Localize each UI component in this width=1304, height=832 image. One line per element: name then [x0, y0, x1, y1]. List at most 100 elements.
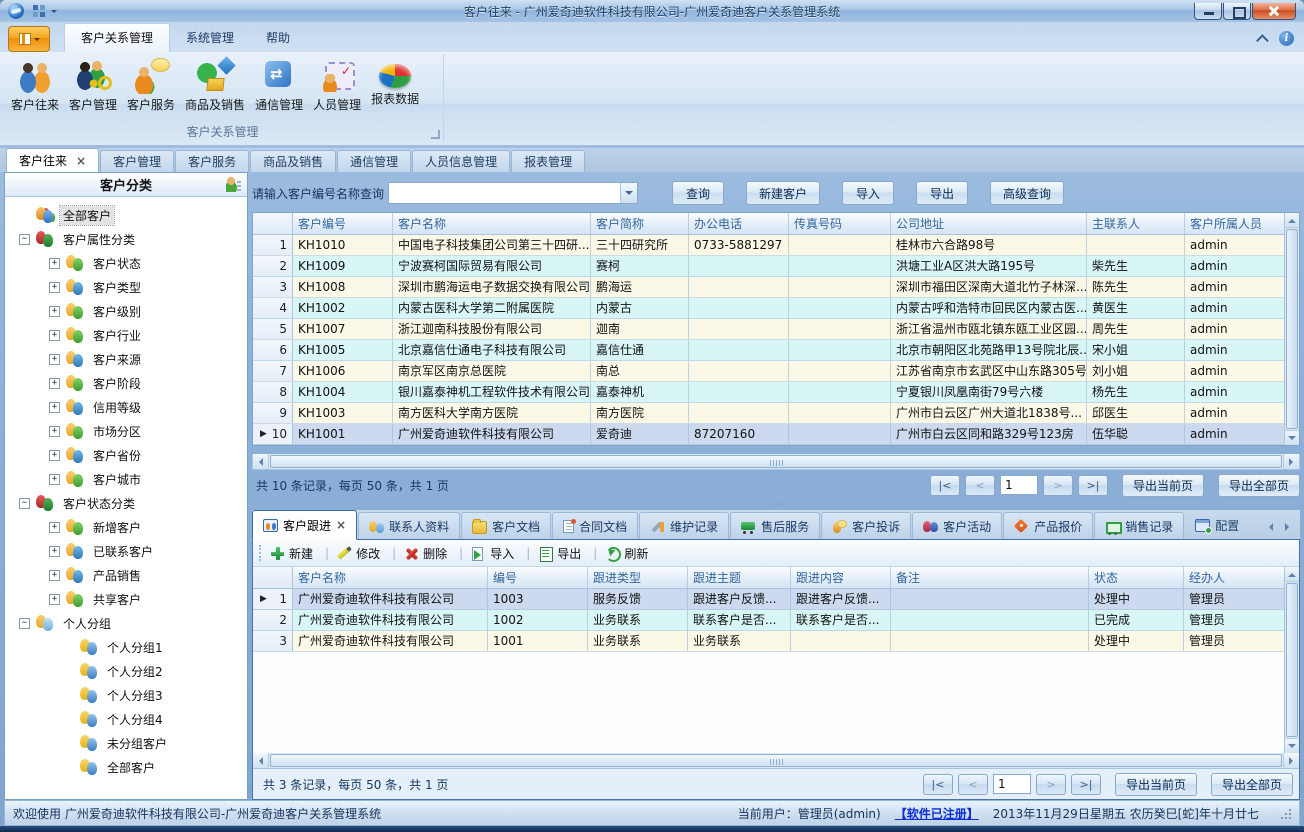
- tree-expander-icon[interactable]: [63, 690, 74, 701]
- customer-row[interactable]: 2 KH1009 宁波赛柯国际贸易有限公司 赛柯 洪塘工业A区洪大路195号 柴…: [253, 256, 1299, 277]
- tree-item[interactable]: 未分组客户: [5, 731, 247, 755]
- column-header[interactable]: 主联系人: [1087, 213, 1185, 234]
- scroll-up-icon[interactable]: [1285, 567, 1299, 582]
- tree-expander-icon[interactable]: −: [19, 234, 30, 245]
- toolbar-button[interactable]: 导出: [538, 545, 605, 562]
- resize-grip[interactable]: [1279, 807, 1291, 819]
- tree-expander-icon[interactable]: −: [19, 618, 30, 629]
- tree-item[interactable]: + 信用等级: [5, 395, 247, 419]
- toolbar-grip[interactable]: [259, 545, 264, 561]
- search-action-button[interactable]: 导入: [842, 181, 894, 205]
- export-current-page-button[interactable]: 导出当前页: [1122, 474, 1204, 497]
- customer-row[interactable]: 1 KH1010 中国电子科技集团公司第三十四研... 三十四研究所 0733-…: [253, 235, 1299, 256]
- splitter-handle[interactable]: ····: [252, 500, 1300, 510]
- customer-row[interactable]: 6 KH1005 北京嘉信仕通电子科技有限公司 嘉信仕通 北京市朝阳区北苑路甲1…: [253, 340, 1299, 361]
- column-header[interactable]: 客户简称: [591, 213, 689, 234]
- search-action-button[interactable]: 导出: [916, 181, 968, 205]
- tree-item[interactable]: + 客户状态: [5, 251, 247, 275]
- column-header[interactable]: 公司地址: [891, 213, 1087, 234]
- tree-expander-icon[interactable]: +: [49, 522, 60, 533]
- customer-row[interactable]: 5 KH1007 浙江迦南科技股份有限公司 迦南 浙江省温州市瓯北镇东瓯工业区园…: [253, 319, 1299, 340]
- tree-expander-icon[interactable]: +: [49, 378, 60, 389]
- prev-page-button[interactable]: <: [958, 774, 988, 795]
- next-page-button[interactable]: >: [1043, 475, 1073, 496]
- ribbon-tab[interactable]: 系统管理: [170, 24, 250, 52]
- export-all-pages-button[interactable]: 导出全部页: [1211, 773, 1293, 796]
- first-page-button[interactable]: |<: [930, 475, 960, 496]
- tree-expander-icon[interactable]: [63, 666, 74, 677]
- search-action-button[interactable]: 查询: [672, 181, 724, 205]
- customer-row[interactable]: 4 KH1002 内蒙古医科大学第二附属医院 内蒙古 内蒙古呼和浩特市回民区内蒙…: [253, 298, 1299, 319]
- quick-access-dropdown-icon[interactable]: [51, 10, 57, 16]
- scroll-left-icon[interactable]: [253, 454, 269, 469]
- ribbon-button[interactable]: 人员管理: [308, 58, 366, 113]
- first-page-button[interactable]: |<: [923, 774, 953, 795]
- scrollbar-thumb[interactable]: [1286, 229, 1298, 429]
- tree-item[interactable]: 个人分组3: [5, 683, 247, 707]
- tree-item[interactable]: 个人分组2: [5, 659, 247, 683]
- combo-dropdown-icon[interactable]: [620, 183, 637, 203]
- customer-row[interactable]: 7 KH1006 南京军区南京总医院 南总 江苏省南京市玄武区中山东路305号 …: [253, 361, 1299, 382]
- app-logo-icon[interactable]: [8, 3, 24, 19]
- tree-item[interactable]: + 产品销售: [5, 563, 247, 587]
- scroll-left-icon[interactable]: [253, 753, 269, 768]
- tree-item[interactable]: 个人分组1: [5, 635, 247, 659]
- ribbon-tab[interactable]: 客户关系管理: [64, 23, 170, 52]
- customer-row[interactable]: ▶10 KH1001 广州爱奇迪软件科技有限公司 爱奇迪 87207160 广州…: [253, 424, 1299, 445]
- scrollbar-thumb[interactable]: [270, 455, 1282, 468]
- detail-tab[interactable]: 联系人资料: [358, 512, 460, 539]
- detail-tab[interactable]: 销售记录: [1094, 512, 1184, 539]
- tree-item[interactable]: + 客户行业: [5, 323, 247, 347]
- tree-expander-icon[interactable]: +: [49, 258, 60, 269]
- next-page-button[interactable]: >: [1036, 774, 1066, 795]
- tree-header-user-icon[interactable]: [226, 177, 241, 192]
- document-tab[interactable]: 商品及销售: [250, 150, 336, 172]
- toolbar-button[interactable]: 删除: [404, 545, 471, 562]
- detail-tab[interactable]: 售后服务: [730, 512, 820, 539]
- vertical-scrollbar[interactable]: [1284, 567, 1299, 753]
- tree-expander-icon[interactable]: +: [49, 570, 60, 581]
- tree-item[interactable]: 个人分组4: [5, 707, 247, 731]
- toolbar-button[interactable]: 新建: [270, 545, 337, 562]
- ribbon-tab[interactable]: 帮助: [250, 24, 306, 52]
- follow-up-row[interactable]: 3 广州爱奇迪软件科技有限公司 1001 业务联系 业务联系 处理中 管理员: [253, 631, 1299, 652]
- customer-row[interactable]: 9 KH1003 南方医科大学南方医院 南方医院 广州市白云区广州大道北1838…: [253, 403, 1299, 424]
- tree-expander-icon[interactable]: −: [19, 498, 30, 509]
- tree-expander-icon[interactable]: [19, 210, 30, 221]
- help-info-icon[interactable]: i: [1279, 31, 1294, 46]
- tree-expander-icon[interactable]: +: [49, 546, 60, 557]
- last-page-button[interactable]: >|: [1078, 475, 1108, 496]
- horizontal-scrollbar[interactable]: [252, 454, 1300, 470]
- detail-tab[interactable]: 产品报价: [1003, 512, 1093, 539]
- toolbar-button[interactable]: 修改: [337, 545, 404, 562]
- document-tab[interactable]: 通信管理: [337, 150, 411, 172]
- tree-item[interactable]: + 客户来源: [5, 347, 247, 371]
- horizontal-scrollbar[interactable]: [253, 753, 1299, 769]
- tree-item[interactable]: + 市场分区: [5, 419, 247, 443]
- detail-tab[interactable]: 客户投诉: [821, 512, 911, 539]
- column-header[interactable]: 状态: [1089, 567, 1184, 588]
- tree-expander-icon[interactable]: [63, 642, 74, 653]
- scroll-right-icon[interactable]: [1283, 454, 1299, 469]
- minimize-button[interactable]: [1194, 3, 1222, 20]
- tree-item[interactable]: + 客户级别: [5, 299, 247, 323]
- column-header[interactable]: 办公电话: [689, 213, 789, 234]
- tree-item[interactable]: + 共享客户: [5, 587, 247, 611]
- scroll-down-icon[interactable]: [1285, 738, 1299, 753]
- customer-row[interactable]: 8 KH1004 银川嘉泰神机工程软件技术有限公司 嘉泰神机 宁夏银川凤凰南街7…: [253, 382, 1299, 403]
- page-number-input[interactable]: 1: [1000, 475, 1038, 495]
- column-header[interactable]: 客户编号: [293, 213, 393, 234]
- tree-expander-icon[interactable]: +: [49, 330, 60, 341]
- column-header[interactable]: 跟进类型: [588, 567, 688, 588]
- document-tab[interactable]: 客户往来 ×: [6, 148, 99, 172]
- export-all-pages-button[interactable]: 导出全部页: [1218, 474, 1300, 497]
- scrollbar-thumb[interactable]: [1286, 583, 1298, 737]
- follow-up-row[interactable]: ▶1 广州爱奇迪软件科技有限公司 1003 服务反馈 跟进客户反馈... 跟进客…: [253, 589, 1299, 610]
- detail-tab[interactable]: 维护记录: [639, 512, 729, 539]
- column-header[interactable]: 客户所属人员: [1185, 213, 1299, 234]
- column-header[interactable]: 传真号码: [789, 213, 891, 234]
- tabs-scroll-left-icon[interactable]: [1264, 520, 1277, 533]
- column-header[interactable]: 客户名称: [293, 567, 488, 588]
- tree-expander-icon[interactable]: +: [49, 282, 60, 293]
- close-button[interactable]: [1252, 3, 1296, 20]
